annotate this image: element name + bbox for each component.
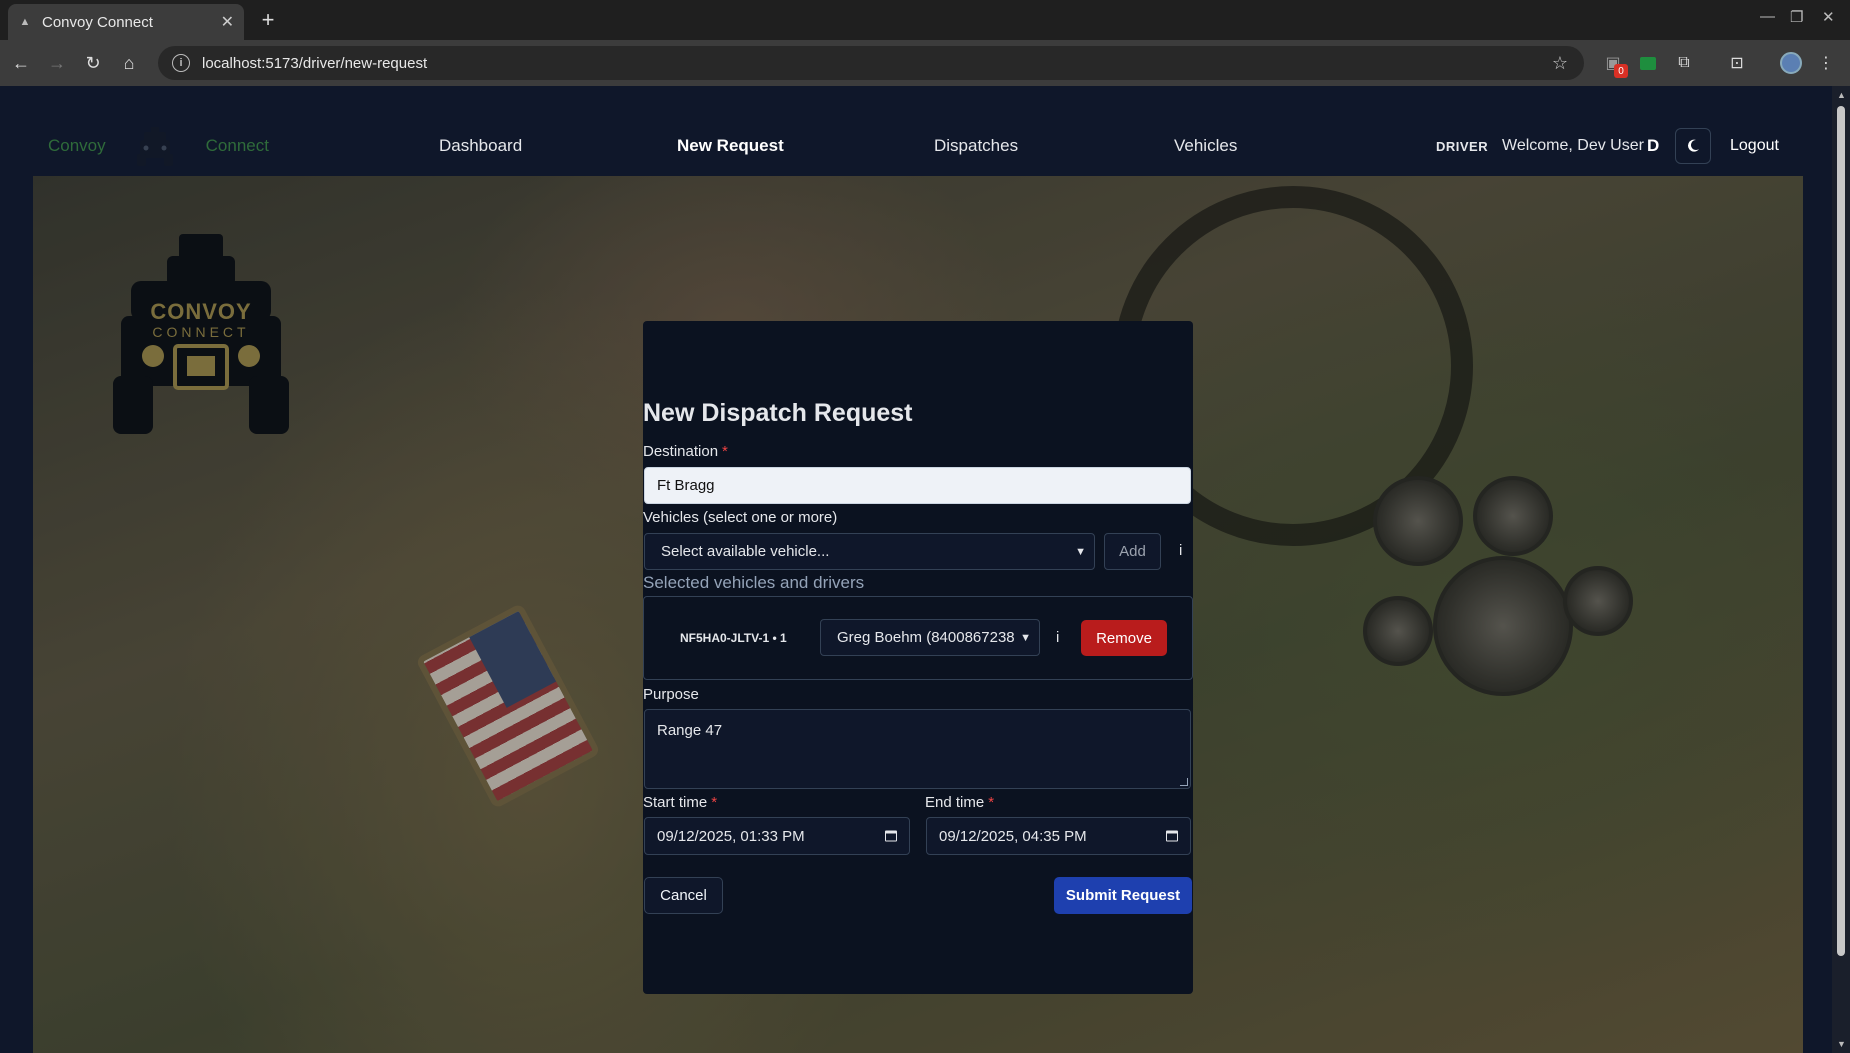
vehicle-select-placeholder: Select available vehicle... (661, 543, 830, 560)
scroll-up-icon[interactable]: ▲ (1837, 90, 1846, 100)
start-time-input[interactable]: 09/12/2025, 01:33 PM (644, 817, 910, 855)
chevron-down-icon: ▼ (1075, 545, 1086, 558)
extension-green-icon[interactable] (1635, 50, 1661, 76)
moon-icon (1688, 139, 1699, 152)
brand[interactable]: Convoy Connect (48, 126, 269, 166)
humvee-logo-icon (136, 127, 173, 166)
extension-icon[interactable]: ▣ 0 (1600, 50, 1628, 78)
minimize-icon[interactable]: — (1760, 8, 1775, 25)
selected-vehicles-label: Selected vehicles and drivers (643, 573, 865, 592)
tab-title: Convoy Connect (42, 13, 153, 31)
window-close-icon[interactable]: ✕ (1822, 8, 1835, 26)
user-initial[interactable]: D (1647, 136, 1659, 156)
url-text: localhost:5173/driver/new-request (202, 54, 428, 72)
chevron-down-icon: ▼ (1016, 631, 1031, 644)
calendar-icon[interactable] (1166, 830, 1178, 842)
extension-badge: 0 (1614, 64, 1628, 78)
start-time-label: Start time * (643, 794, 718, 811)
logo-text-connect: CONNECT (152, 324, 249, 340)
browser-tabbar: ▲ Convoy Connect ✕ + — ❐ ✕ (0, 0, 1850, 40)
destination-label: Destination * (643, 443, 728, 460)
convoy-connect-logo-icon: CONVOY CONNECT (113, 234, 289, 434)
profile-avatar-icon[interactable] (1778, 50, 1804, 76)
nav-dispatches[interactable]: Dispatches (934, 126, 1018, 166)
user-area: DRIVER (1436, 126, 1488, 166)
end-time-label: End time * (925, 794, 995, 811)
home-icon[interactable]: ⌂ (116, 50, 142, 76)
browser-tab[interactable]: ▲ Convoy Connect ✕ (8, 4, 244, 40)
new-tab-icon[interactable]: + (254, 6, 282, 34)
welcome-text: Welcome, Dev User (1502, 137, 1644, 154)
scrollbar-thumb[interactable] (1837, 106, 1845, 956)
logout-link[interactable]: Logout (1730, 137, 1779, 155)
add-vehicle-button[interactable]: Add (1104, 533, 1161, 570)
vehicles-info-icon[interactable]: i (1179, 542, 1182, 559)
bookmark-star-icon[interactable]: ☆ (1552, 53, 1568, 74)
brand-right-text: Connect (205, 136, 269, 155)
calendar-icon[interactable] (885, 830, 897, 842)
back-icon[interactable]: ← (8, 50, 34, 76)
page-title: New Dispatch Request (643, 399, 913, 427)
restore-icon[interactable]: ❐ (1790, 8, 1803, 26)
browser-toolbar: ← → ↻ ⌂ i localhost:5173/driver/new-requ… (0, 40, 1850, 86)
address-bar[interactable]: i localhost:5173/driver/new-request ☆ (158, 46, 1584, 80)
vehicle-select[interactable]: Select available vehicle... ▼ (644, 533, 1095, 570)
logo-text-convoy: CONVOY (150, 299, 251, 324)
reload-icon[interactable]: ↻ (80, 50, 106, 76)
scroll-down-icon[interactable]: ▼ (1837, 1039, 1846, 1049)
purpose-label: Purpose (643, 686, 699, 703)
tab-search-icon[interactable]: ⊡ (1724, 50, 1750, 76)
selected-vehicle-id: NF5HA0-JLTV-1 • 1 (680, 631, 787, 645)
driver-info-icon[interactable]: i (1056, 629, 1059, 646)
resize-grip-icon[interactable] (1180, 778, 1188, 786)
nav-new-request[interactable]: New Request (677, 126, 784, 166)
site-info-icon[interactable]: i (172, 54, 190, 72)
extensions-puzzle-icon[interactable]: ⧉ (1671, 50, 1697, 76)
submit-request-button[interactable]: Submit Request (1054, 877, 1192, 914)
menu-kebab-icon[interactable]: ⋮ (1813, 50, 1839, 76)
theme-toggle-button[interactable] (1675, 128, 1711, 164)
brand-left-text: Convoy (48, 136, 106, 155)
role-badge: DRIVER (1436, 138, 1489, 154)
destination-input[interactable]: Ft Bragg (644, 467, 1191, 504)
driver-select[interactable]: Greg Boehm (8400867238 ▼ (820, 619, 1040, 656)
forward-icon[interactable]: → (44, 50, 70, 76)
remove-vehicle-button[interactable]: Remove (1081, 620, 1167, 656)
end-time-input[interactable]: 09/12/2025, 04:35 PM (926, 817, 1191, 855)
nav-vehicles[interactable]: Vehicles (1174, 126, 1237, 166)
purpose-textarea[interactable]: Range 47 (644, 709, 1191, 789)
purpose-value: Range 47 (657, 722, 723, 739)
driver-select-value: Greg Boehm (8400867238 (837, 629, 1015, 646)
cancel-button[interactable]: Cancel (644, 877, 723, 914)
nav-dashboard[interactable]: Dashboard (439, 126, 522, 166)
tab-close-icon[interactable]: ✕ (221, 12, 234, 32)
tab-favicon-icon: ▲ (19, 16, 31, 28)
page-scrollbar[interactable]: ▲ ▼ (1832, 86, 1850, 1053)
vehicles-label: Vehicles (select one or more) (643, 509, 838, 526)
